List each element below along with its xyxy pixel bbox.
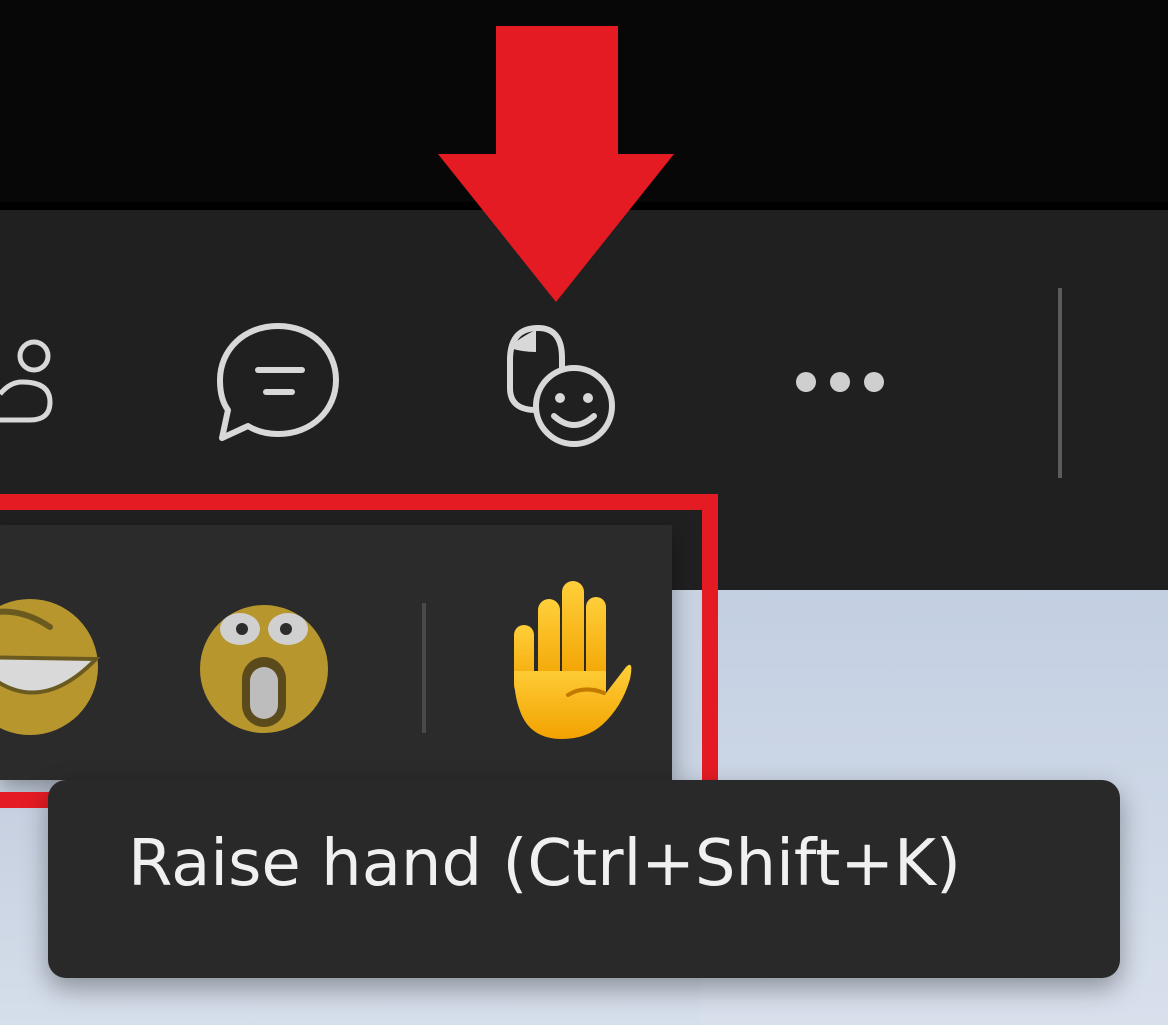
red-arrow-annotation bbox=[438, 26, 674, 302]
people-button[interactable] bbox=[0, 320, 90, 440]
raise-hand-button[interactable] bbox=[506, 575, 636, 745]
reactions-divider bbox=[422, 603, 426, 733]
chat-icon bbox=[217, 323, 339, 441]
chat-button[interactable] bbox=[212, 318, 342, 448]
people-icon bbox=[0, 339, 53, 423]
more-options-button[interactable] bbox=[790, 360, 900, 404]
laugh-reaction-button[interactable] bbox=[0, 597, 110, 737]
laughing-emoji-icon bbox=[0, 599, 101, 735]
reactions-panel bbox=[0, 525, 672, 780]
toolbar-divider bbox=[1058, 288, 1062, 478]
raised-hand-icon bbox=[514, 581, 632, 739]
react-button[interactable] bbox=[496, 318, 626, 448]
tooltip: Raise hand (Ctrl+Shift+K) bbox=[48, 780, 1120, 978]
surprised-emoji-icon bbox=[200, 605, 328, 733]
react-icon bbox=[507, 324, 615, 447]
surprised-reaction-button[interactable] bbox=[196, 601, 332, 737]
more-options-icon bbox=[796, 372, 884, 392]
tooltip-text: Raise hand (Ctrl+Shift+K) bbox=[128, 827, 961, 901]
